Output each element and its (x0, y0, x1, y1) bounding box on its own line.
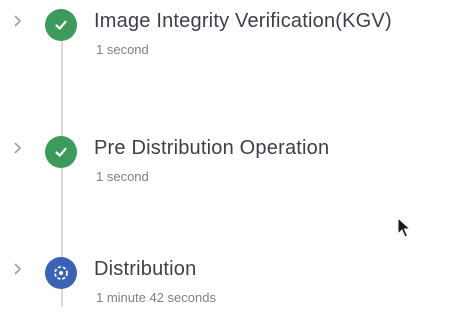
step-duration: 1 second (96, 169, 149, 184)
step-title: Image Integrity Verification(KGV) (94, 10, 392, 32)
chevron-right-icon[interactable] (10, 14, 24, 28)
check-circle-icon (45, 9, 77, 41)
check-circle-icon (45, 136, 77, 168)
workflow-step-distribution: Distribution 1 minute 42 seconds (0, 248, 460, 318)
chevron-right-icon[interactable] (10, 141, 24, 155)
mouse-cursor-icon (397, 216, 412, 239)
step-duration: 1 minute 42 seconds (96, 290, 216, 305)
in-progress-icon (45, 257, 77, 289)
workflow-step-pre-distribution: Pre Distribution Operation 1 second (0, 127, 460, 197)
step-title: Pre Distribution Operation (94, 137, 330, 159)
workflow-step-image-integrity: Image Integrity Verification(KGV) 1 seco… (0, 0, 460, 70)
step-duration: 1 second (96, 42, 149, 57)
chevron-right-icon[interactable] (10, 262, 24, 276)
step-title: Distribution (94, 258, 197, 280)
